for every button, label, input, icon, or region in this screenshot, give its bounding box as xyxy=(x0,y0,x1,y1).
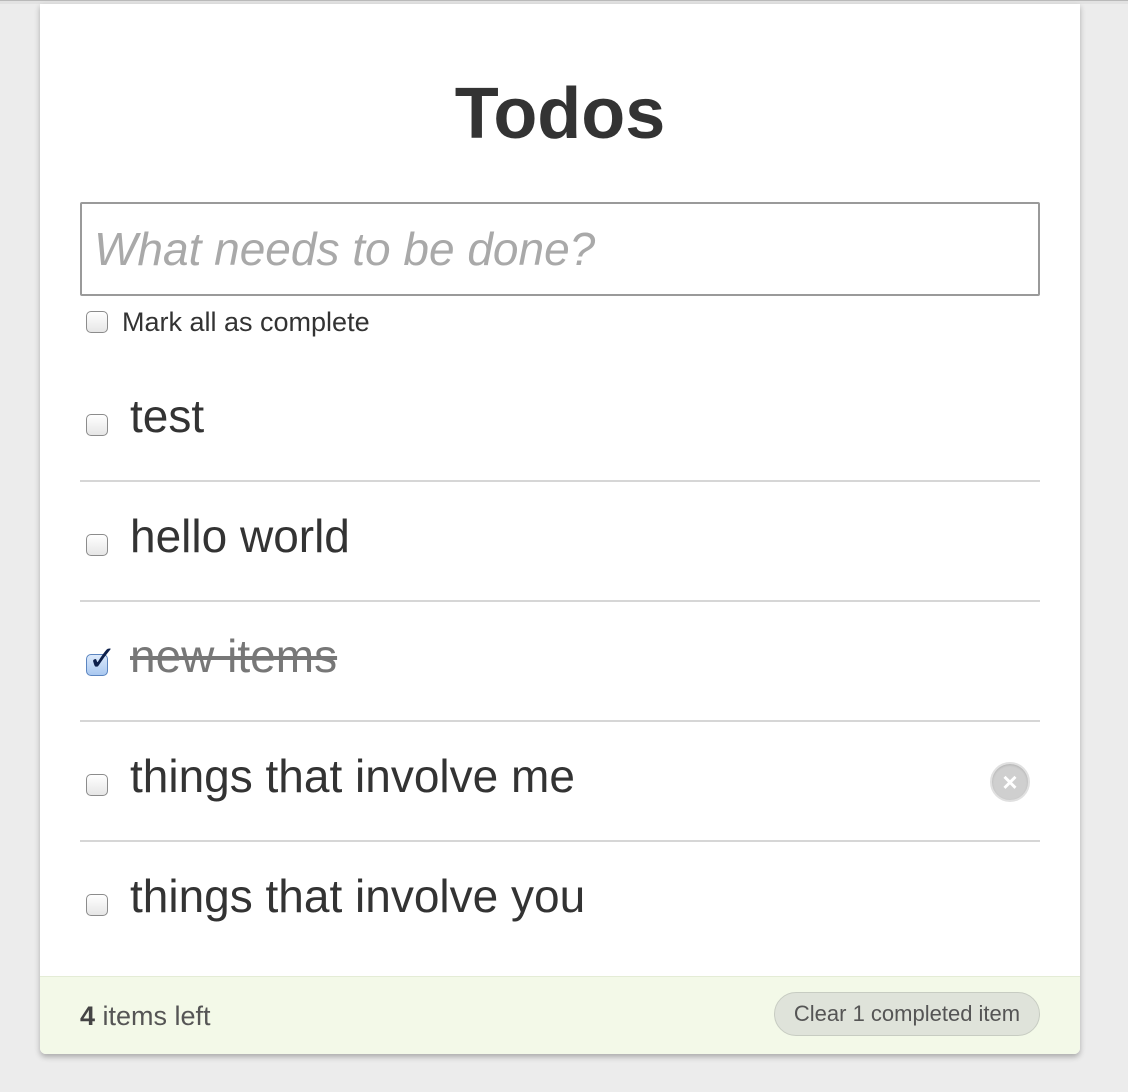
todo-text[interactable]: things that involve you xyxy=(130,868,585,924)
remaining-suffix: items left xyxy=(95,1001,211,1031)
todo-item[interactable]: things that involve you xyxy=(80,842,1040,962)
todo-app: Todos Mark all as complete test hello wo… xyxy=(40,4,1080,1054)
delete-todo-button[interactable]: × xyxy=(990,762,1030,802)
todo-text[interactable]: things that involve me xyxy=(130,748,575,804)
todo-checkbox[interactable] xyxy=(86,894,108,916)
mark-all-checkbox[interactable] xyxy=(86,311,108,333)
todo-checkbox[interactable] xyxy=(86,774,108,796)
new-todo-input[interactable] xyxy=(80,202,1040,296)
page-title: Todos xyxy=(454,74,666,154)
todo-item[interactable]: things that involve me × xyxy=(80,722,1040,842)
todo-text[interactable]: test xyxy=(130,388,204,444)
todo-list: test hello world ✓ new items things that… xyxy=(80,362,1040,962)
checkmark-icon: ✓ xyxy=(88,640,117,678)
todo-footer: 4 items left Clear 1 completed item xyxy=(40,976,1080,1054)
clear-completed-button[interactable]: Clear 1 completed item xyxy=(774,992,1040,1036)
todo-item[interactable]: test xyxy=(80,362,1040,482)
mark-all-label: Mark all as complete xyxy=(122,306,370,337)
todo-checkbox-checked[interactable]: ✓ xyxy=(86,640,117,678)
todo-item-completed[interactable]: ✓ new items xyxy=(80,602,1040,722)
items-left-count: 4 items left xyxy=(80,1001,211,1032)
remaining-number: 4 xyxy=(80,1001,96,1031)
mark-all-toggle[interactable]: Mark all as complete xyxy=(86,306,370,338)
close-circle-icon: × xyxy=(1002,767,1018,797)
todo-text[interactable]: new items xyxy=(130,628,337,684)
todo-item[interactable]: hello world xyxy=(80,482,1040,602)
todo-checkbox[interactable] xyxy=(86,414,108,436)
todo-text[interactable]: hello world xyxy=(130,508,350,564)
todo-checkbox[interactable] xyxy=(86,534,108,556)
